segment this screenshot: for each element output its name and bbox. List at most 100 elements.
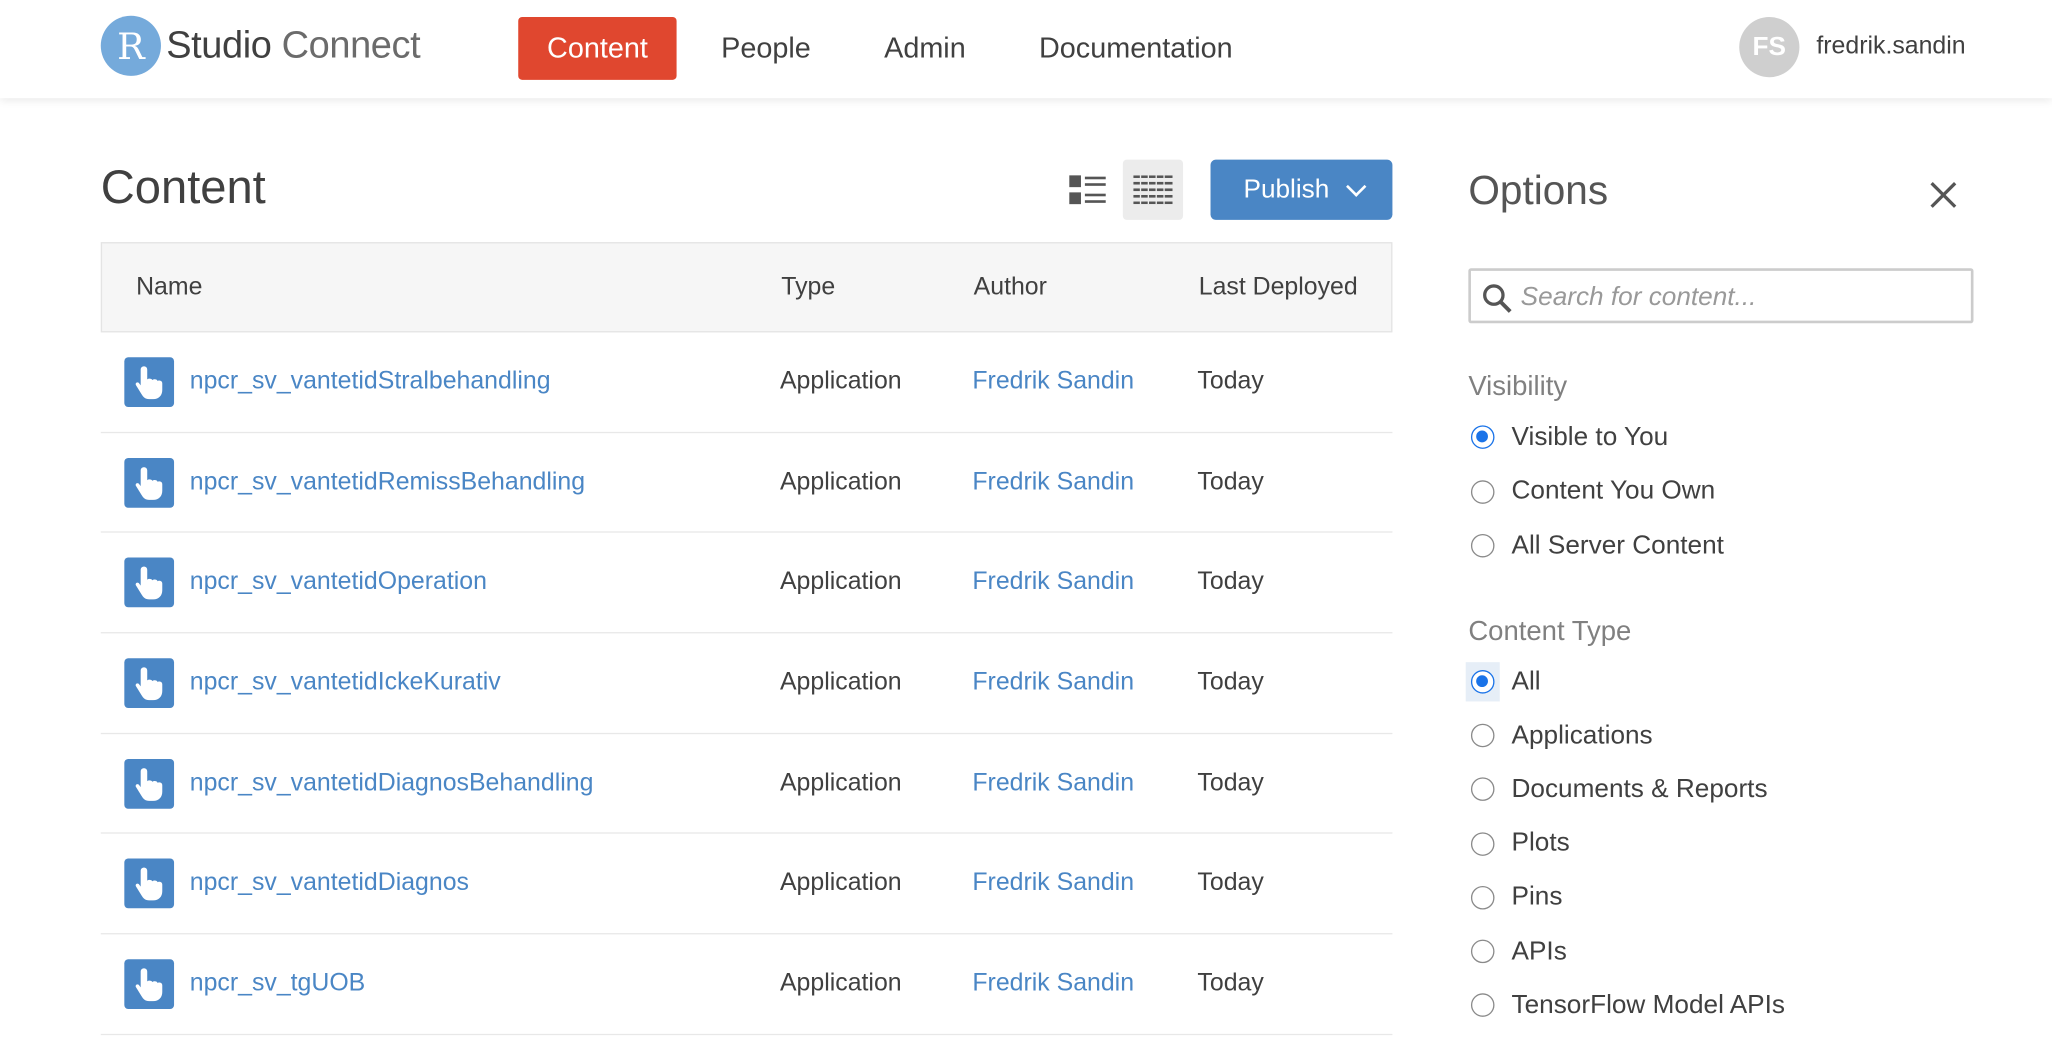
logo-text: Studio Connect: [166, 24, 420, 67]
nav-people[interactable]: People: [692, 17, 839, 80]
radio-button[interactable]: [1470, 425, 1495, 449]
content-name-link[interactable]: npcr_sv_vantetidOperation: [190, 533, 487, 631]
radio-button[interactable]: [1470, 885, 1495, 910]
radio-label: Pins: [1511, 882, 1563, 912]
visibility-option[interactable]: Content You Own: [1470, 472, 1715, 511]
radio-button[interactable]: [1470, 777, 1495, 802]
content-type-option[interactable]: Plots: [1470, 824, 1570, 863]
content-type-option[interactable]: All: [1465, 662, 1541, 702]
close-options-button[interactable]: [1925, 177, 1962, 214]
pointing-hand-icon: [135, 968, 163, 1002]
application-icon[interactable]: [124, 859, 175, 909]
radio-button[interactable]: [1470, 533, 1495, 558]
author-link[interactable]: Fredrik Sandin: [972, 332, 1134, 430]
content-name-link[interactable]: npcr_sv_vantetidDiagnosBehandling: [190, 734, 594, 832]
application-icon[interactable]: [124, 758, 175, 809]
author-link[interactable]: Fredrik Sandin: [972, 633, 1134, 731]
column-header-name[interactable]: Name: [136, 243, 202, 331]
radio-label: TensorFlow Model APIs: [1511, 990, 1786, 1020]
radio-button[interactable]: [1470, 939, 1495, 964]
application-icon[interactable]: [124, 557, 175, 608]
table-view-icon: [1133, 175, 1173, 205]
content-type-option[interactable]: Documents & Reports: [1470, 770, 1768, 809]
author-link[interactable]: Fredrik Sandin: [972, 734, 1134, 832]
table-view-button[interactable]: [1122, 159, 1184, 220]
column-header-author[interactable]: Author: [974, 243, 1047, 331]
radio-button[interactable]: [1470, 723, 1495, 748]
content-name-link[interactable]: npcr_sv_vantetidDiagnos: [190, 834, 469, 932]
content-name-link[interactable]: npcr_sv_vantetidIckeKurativ: [190, 633, 501, 731]
content-type-option[interactable]: TensorFlow Model APIs: [1470, 986, 1786, 1025]
last-deployed: Today: [1197, 568, 1264, 596]
radio-label: All Server Content: [1511, 530, 1724, 560]
radio-button[interactable]: [1470, 831, 1495, 856]
table-header: Name Type Author Last Deployed: [100, 242, 1393, 333]
content-type-option[interactable]: APIs: [1470, 932, 1567, 971]
radio-wrapper: [1466, 716, 1500, 755]
last-deployed: Today: [1197, 367, 1264, 396]
application-icon[interactable]: [124, 658, 175, 709]
content-name-link[interactable]: npcr_sv_vantetidRemissBehandling: [190, 433, 585, 531]
list-view-button[interactable]: [1057, 160, 1117, 220]
column-header-type[interactable]: Type: [781, 243, 835, 331]
author-link[interactable]: Fredrik Sandin: [972, 433, 1134, 531]
publish-button[interactable]: Publish: [1210, 159, 1393, 220]
visibility-option[interactable]: All Server Content: [1470, 526, 1724, 565]
main-nav: Content People Admin Documentation: [518, 17, 1277, 80]
table-row[interactable]: npcr_sv_tgUOB Application Fredrik Sandin To…: [100, 935, 1393, 1035]
content-type-label: Content Type: [1468, 616, 1632, 647]
radio-button[interactable]: [1470, 993, 1495, 1018]
nav-admin[interactable]: Admin: [855, 17, 994, 80]
last-deployed: Today: [1197, 869, 1264, 898]
nav-content[interactable]: Content: [518, 17, 677, 80]
author-link[interactable]: Fredrik Sandin: [972, 533, 1134, 631]
search-input[interactable]: [1518, 276, 1969, 319]
pointing-hand-icon: [135, 667, 163, 701]
content-type-option[interactable]: Pins: [1470, 878, 1563, 917]
content-type: Application: [779, 468, 902, 496]
radio-button[interactable]: [1470, 479, 1495, 504]
pointing-hand-icon: [135, 868, 163, 901]
rstudio-connect-logo[interactable]: R Studio Connect: [100, 15, 421, 76]
avatar[interactable]: FS: [1739, 17, 1800, 78]
publish-label: Publish: [1243, 174, 1330, 204]
radio-wrapper: [1466, 526, 1500, 565]
username[interactable]: fredrik.sandin: [1816, 33, 1965, 62]
last-deployed: Today: [1197, 969, 1264, 998]
radio-label: APIs: [1511, 936, 1567, 966]
radio-label: Plots: [1511, 828, 1570, 858]
radio-label: Documents & Reports: [1511, 774, 1768, 804]
pointing-hand-icon: [135, 767, 163, 801]
table-row[interactable]: npcr_sv_vantetidIckeKurativ Application Fr…: [100, 633, 1393, 734]
last-deployed: Today: [1197, 668, 1264, 697]
user-menu[interactable]: FS fredrik.sandin: [1739, 17, 1966, 78]
search-box[interactable]: [1468, 268, 1974, 324]
last-deployed: Today: [1197, 769, 1264, 797]
content-name-link[interactable]: npcr_sv_vantetidStralbehandling: [190, 332, 551, 430]
content-table: Name Type Author Last Deployed npcr_sv_v…: [100, 242, 1393, 1035]
author-link[interactable]: Fredrik Sandin: [972, 935, 1134, 1033]
visibility-label: Visibility: [1468, 371, 1568, 402]
table-row[interactable]: npcr_sv_vantetidRemissBehandling Applicat…: [100, 433, 1393, 534]
radio-label: Visible to You: [1511, 422, 1669, 451]
content-type: Application: [779, 668, 902, 697]
close-icon: [1930, 182, 1957, 208]
logo-word-studio: Studio: [166, 24, 272, 67]
radio-wrapper: [1466, 472, 1500, 511]
table-row[interactable]: npcr_sv_vantetidOperation Application Fred…: [100, 533, 1393, 634]
table-row[interactable]: npcr_sv_vantetidDiagnosBehandling Applica…: [100, 734, 1393, 835]
content-type-option[interactable]: Applications: [1470, 716, 1653, 755]
column-header-last-deployed[interactable]: Last Deployed: [1199, 243, 1358, 331]
table-row[interactable]: npcr_sv_vantetidDiagnos Application Fredri…: [100, 834, 1393, 935]
table-row[interactable]: npcr_sv_vantetidStralbehandling Applicati…: [100, 332, 1393, 433]
nav-documentation[interactable]: Documentation: [1010, 17, 1261, 80]
application-icon[interactable]: [124, 457, 175, 508]
application-icon[interactable]: [124, 357, 175, 407]
radio-button[interactable]: [1470, 670, 1495, 694]
application-icon[interactable]: [124, 959, 175, 1010]
content-name-link[interactable]: npcr_sv_tgUOB: [190, 935, 366, 1033]
page: R Studio Connect Content People Admin Do…: [0, 0, 2052, 1055]
visibility-option[interactable]: Visible to You: [1470, 417, 1669, 456]
author-link[interactable]: Fredrik Sandin: [972, 834, 1134, 932]
logo-word-connect: Connect: [281, 24, 421, 67]
